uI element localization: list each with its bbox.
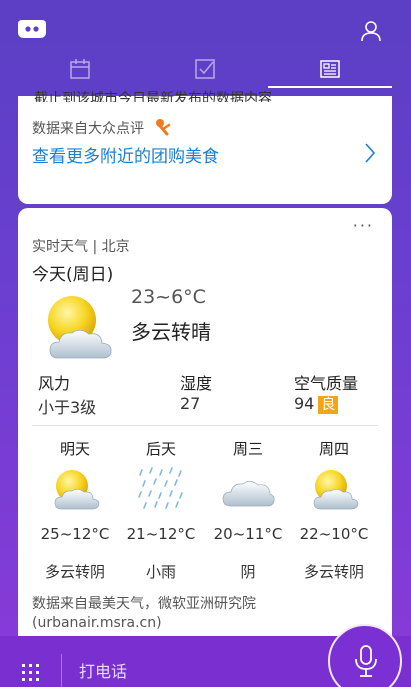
partly-cloudy-icon xyxy=(54,470,100,510)
tab-calendar-icon[interactable] xyxy=(69,58,91,80)
wind-value: 小于3级 xyxy=(38,398,97,417)
forecast-condition: 阴 xyxy=(240,563,256,581)
aqi-level-badge: 良 xyxy=(318,396,339,414)
apps-grid-icon[interactable] xyxy=(22,664,40,682)
dianping-card: 截止到该城市今日最新发布的数据内容 数据来自大众点评 查看更多附近的团购美食 xyxy=(18,91,392,204)
forecast-day: 后天 xyxy=(145,440,176,458)
forecast-temp: 22~10°C xyxy=(299,525,369,543)
chevron-right-icon[interactable] xyxy=(364,142,376,164)
humidity-value: 27 xyxy=(180,394,201,413)
tab-bar xyxy=(0,52,411,92)
more-groupon-food-link[interactable]: 查看更多附近的团购美食 xyxy=(32,142,219,167)
more-options-icon[interactable]: ··· xyxy=(353,216,374,235)
cortana-bot-icon[interactable] xyxy=(18,18,46,40)
forecast-day: 周三 xyxy=(232,440,263,458)
weather-title: 实时天气 | 北京 xyxy=(32,239,130,255)
partly-cloudy-icon xyxy=(313,470,359,510)
aqi-label: 空气质量 xyxy=(294,374,359,393)
forecast-day: 周四 xyxy=(318,440,349,458)
forecast-temp: 21~12°C xyxy=(126,525,196,543)
forecast-temp: 20~11°C xyxy=(213,525,283,543)
call-input-placeholder[interactable]: 打电话 xyxy=(79,658,127,682)
forecast-condition: 多云转阴 xyxy=(303,563,364,581)
forecast-temp: 25~12°C xyxy=(40,525,110,543)
forecast-condition: 多云转阴 xyxy=(44,563,105,581)
forecast-condition: 小雨 xyxy=(145,563,176,581)
truncated-text: 截止到该城市今日最新发布的数据内容 xyxy=(34,91,272,102)
forecast-day: 明天 xyxy=(59,440,90,458)
weather-today-label: 今天(周日) xyxy=(32,265,114,285)
divider xyxy=(61,654,62,687)
weather-card: ··· 实时天气 | 北京 今天(周日) 23~6°C 多云转晴 风力 小于3级… xyxy=(18,208,392,648)
aqi-value: 94 xyxy=(294,394,315,413)
light-rain-icon xyxy=(138,467,183,509)
top-bar xyxy=(0,0,411,56)
tab-news-icon[interactable] xyxy=(319,58,341,80)
user-profile-icon[interactable] xyxy=(361,20,381,42)
today-temp-range: 23~6°C xyxy=(131,286,206,308)
data-source-label: 数据来自大众点评 xyxy=(32,121,144,137)
wind-label: 风力 xyxy=(38,374,71,393)
weather-data-source: 数据来自最美天气，微软亚洲研究院 (urbanair.msra.cn) xyxy=(32,596,256,631)
dianping-logo-icon xyxy=(156,119,171,136)
overcast-icon xyxy=(222,480,275,507)
divider xyxy=(32,425,378,426)
microphone-icon xyxy=(355,645,377,677)
partly-cloudy-icon xyxy=(48,296,112,359)
aqi-value-row: 94 良 xyxy=(294,394,339,414)
tab-tasks-icon[interactable] xyxy=(194,58,216,80)
today-condition: 多云转晴 xyxy=(131,320,211,344)
humidity-label: 湿度 xyxy=(180,374,213,393)
